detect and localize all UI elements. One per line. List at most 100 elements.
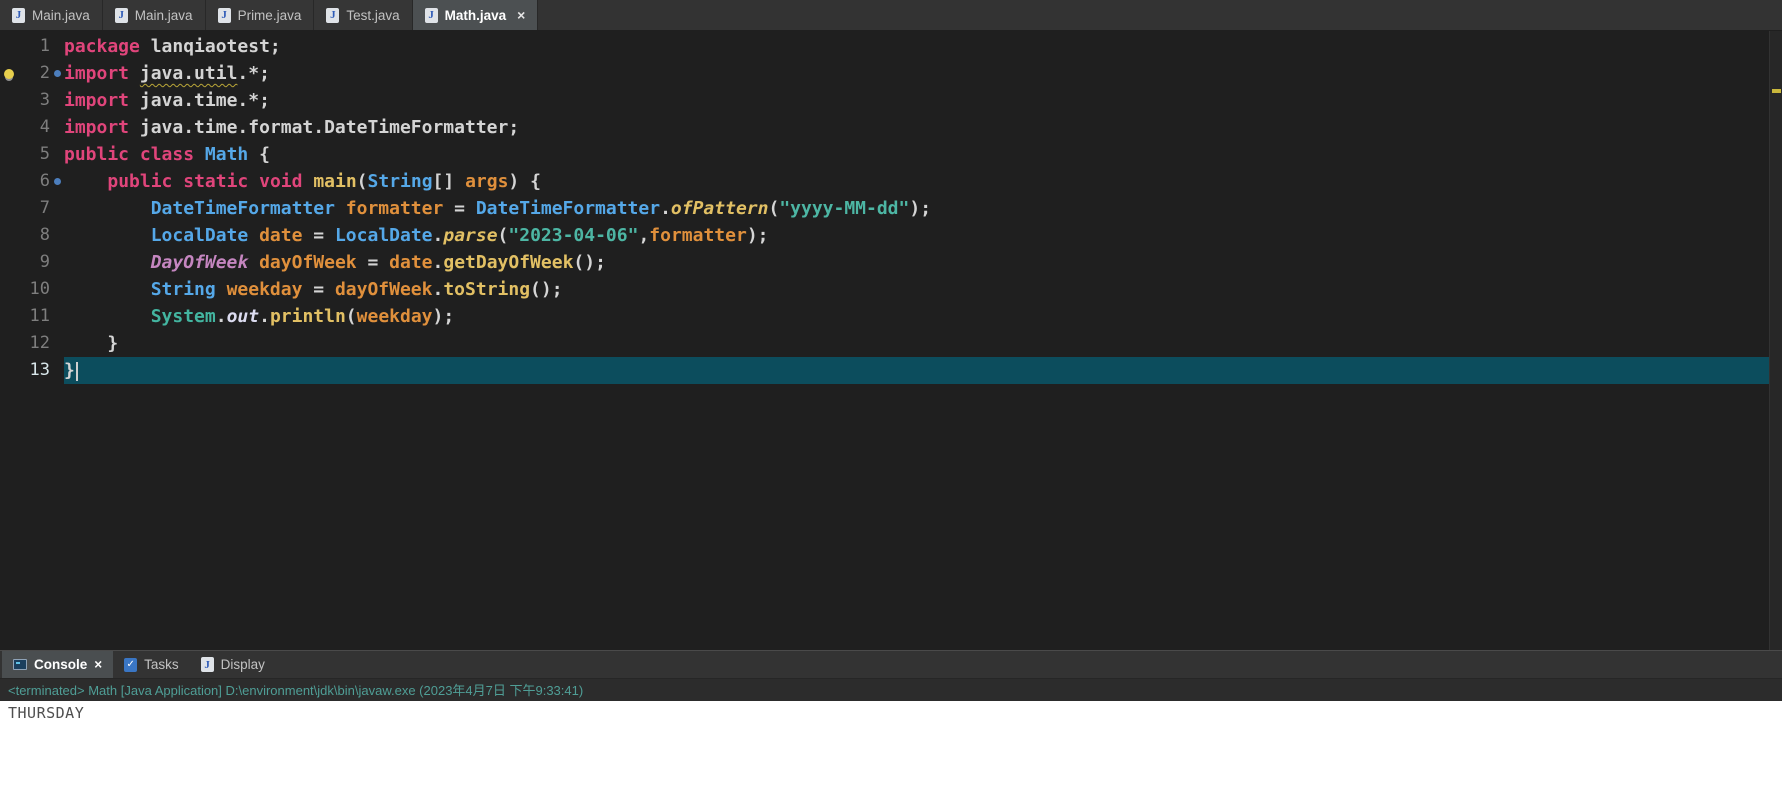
line-number: 2	[18, 60, 50, 87]
code-token	[64, 306, 151, 327]
code-line[interactable]: 2 import java.util.*;	[0, 60, 1782, 87]
marker-gutter	[50, 114, 64, 141]
warning-annotation[interactable]	[0, 60, 18, 87]
code-line-text[interactable]: import java.time.format.DateTimeFormatte…	[64, 114, 1782, 141]
code-token: import	[64, 90, 129, 111]
tab-label: Display	[221, 657, 265, 672]
code-token: }	[64, 333, 118, 354]
java-file-icon: J	[326, 8, 339, 23]
tab-main-java-2[interactable]: J Main.java	[103, 0, 206, 30]
tab-label: Console	[34, 657, 87, 672]
code-line-text[interactable]: public static void main(String[] args) {	[64, 168, 1782, 195]
code-token: println	[270, 306, 346, 327]
code-line-text[interactable]: DayOfWeek dayOfWeek = date.getDayOfWeek(…	[64, 249, 1782, 276]
code-line-text[interactable]: DateTimeFormatter formatter = DateTimeFo…	[64, 195, 1782, 222]
tab-close-icon[interactable]: ×	[94, 657, 102, 672]
code-token: java.time.format.DateTimeFormatter;	[129, 117, 519, 138]
code-area: 1package lanqiaotest;2 import java.util.*…	[0, 33, 1782, 384]
code-line[interactable]: 8 LocalDate date = LocalDate.parse("2023…	[0, 222, 1782, 249]
code-token	[335, 198, 346, 219]
code-token: formatter	[346, 198, 444, 219]
code-token: public	[107, 171, 172, 192]
line-number: 11	[18, 303, 50, 330]
tab-label: Main.java	[32, 8, 90, 23]
code-token	[302, 171, 313, 192]
line-number: 13	[18, 357, 50, 384]
code-line-text[interactable]: package lanqiaotest;	[64, 33, 1782, 60]
code-line[interactable]: 6 public static void main(String[] args)…	[0, 168, 1782, 195]
editor-tab-bar: J Main.java J Main.java J Prime.java J T…	[0, 0, 1782, 31]
code-line[interactable]: 1package lanqiaotest;	[0, 33, 1782, 60]
code-line[interactable]: 5 public class Math {	[0, 141, 1782, 168]
code-line-text[interactable]: String weekday = dayOfWeek.toString();	[64, 276, 1782, 303]
code-token: );	[747, 225, 769, 246]
code-token: =	[357, 252, 390, 273]
code-token: java.util	[140, 63, 238, 84]
marker-gutter	[50, 195, 64, 222]
line-number: 5	[18, 141, 50, 168]
code-token: System	[151, 306, 216, 327]
code-token: Math	[205, 144, 248, 165]
marker-gutter	[50, 276, 64, 303]
code-token	[129, 144, 140, 165]
java-file-icon: J	[425, 8, 438, 23]
marker-gutter	[50, 87, 64, 114]
code-token: }	[64, 360, 75, 381]
code-line-text[interactable]: LocalDate date = LocalDate.parse("2023-0…	[64, 222, 1782, 249]
tab-display[interactable]: J Display	[190, 651, 276, 678]
code-line[interactable]: 7 DateTimeFormatter formatter = DateTime…	[0, 195, 1782, 222]
code-line[interactable]: 13}	[0, 357, 1782, 384]
code-line-text[interactable]: public class Math {	[64, 141, 1782, 168]
tab-tasks[interactable]: ✓ Tasks	[113, 651, 190, 678]
annotation-gutter	[0, 195, 18, 222]
code-line-text[interactable]: import java.util.*;	[64, 60, 1782, 87]
annotation-gutter	[0, 249, 18, 276]
line-number: 10	[18, 276, 50, 303]
code-token: getDayOfWeek	[443, 252, 573, 273]
code-line[interactable]: 4import java.time.format.DateTimeFormatt…	[0, 114, 1782, 141]
java-file-icon: J	[218, 8, 231, 23]
code-line-text[interactable]: System.out.println(weekday);	[64, 303, 1782, 330]
code-token: formatter	[649, 225, 747, 246]
console-tab-bar: Console × ✓ Tasks J Display	[0, 650, 1782, 678]
marker-gutter	[50, 303, 64, 330]
overview-ruler[interactable]	[1769, 31, 1782, 650]
console-icon	[13, 659, 27, 670]
warning-bulb-icon[interactable]	[4, 69, 14, 79]
code-token: .	[433, 252, 444, 273]
tab-test-java[interactable]: J Test.java	[314, 0, 412, 30]
line-number: 3	[18, 87, 50, 114]
code-line-text[interactable]: }	[64, 357, 1782, 384]
annotation-gutter	[0, 303, 18, 330]
code-token: public	[64, 144, 129, 165]
code-line[interactable]: 12 }	[0, 330, 1782, 357]
tab-prime-java[interactable]: J Prime.java	[206, 0, 315, 30]
code-line[interactable]: 11 System.out.println(weekday);	[0, 303, 1782, 330]
tab-close-icon[interactable]: ×	[517, 7, 525, 23]
warning-marker-tick[interactable]	[1772, 89, 1781, 93]
code-line[interactable]: 3 import java.time.*;	[0, 87, 1782, 114]
code-line[interactable]: 9 DayOfWeek dayOfWeek = date.getDayOfWee…	[0, 249, 1782, 276]
code-editor[interactable]: 1package lanqiaotest;2 import java.util.*…	[0, 31, 1782, 650]
code-token: import	[64, 117, 129, 138]
code-token: toString	[443, 279, 530, 300]
code-token: .	[433, 225, 444, 246]
annotation-gutter	[0, 276, 18, 303]
code-line[interactable]: 10 String weekday = dayOfWeek.toString()…	[0, 276, 1782, 303]
marker-gutter	[50, 222, 64, 249]
display-icon: J	[201, 657, 214, 672]
code-token: .*;	[237, 63, 270, 84]
tab-main-java-1[interactable]: J Main.java	[0, 0, 103, 30]
tab-label: Prime.java	[238, 8, 302, 23]
tab-math-java[interactable]: J Math.java ×	[413, 0, 539, 30]
code-token	[172, 171, 183, 192]
annotation-gutter	[0, 222, 18, 249]
tasks-icon: ✓	[124, 658, 137, 672]
code-line-text[interactable]: }	[64, 330, 1782, 357]
code-line-text[interactable]: import java.time.*;	[64, 87, 1782, 114]
marker-gutter	[50, 168, 64, 195]
code-token: dayOfWeek	[259, 252, 357, 273]
tab-console[interactable]: Console ×	[2, 651, 113, 678]
range-indicator-dot	[54, 70, 61, 77]
console-output[interactable]: THURSDAY	[0, 701, 1782, 804]
